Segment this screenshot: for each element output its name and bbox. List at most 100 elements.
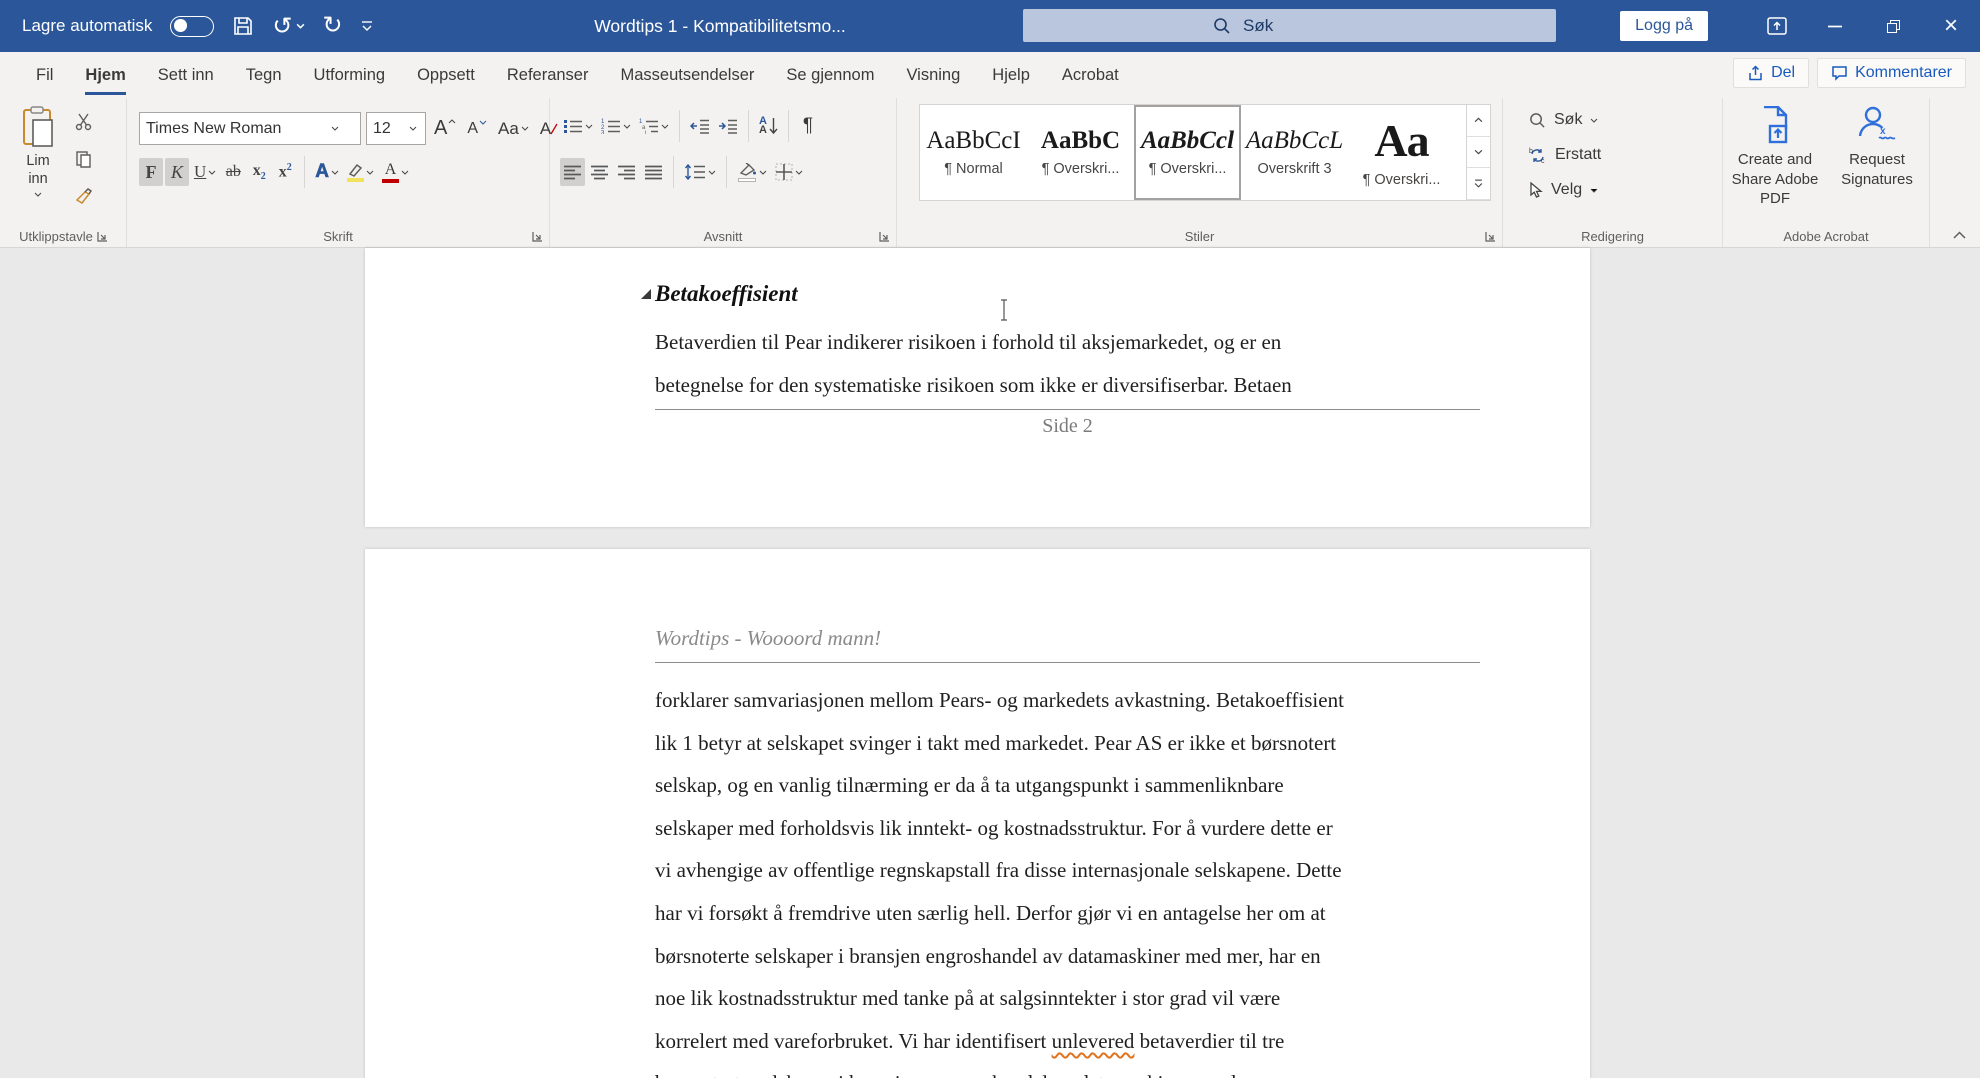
text-cursor-icon	[998, 298, 1010, 322]
autosave-toggle[interactable]	[170, 16, 214, 37]
align-left-button[interactable]	[560, 158, 585, 186]
sort-button[interactable]: A A	[756, 112, 781, 140]
styles-more-button[interactable]	[1467, 168, 1490, 200]
svg-text:x: x	[1880, 126, 1886, 137]
increase-indent-button[interactable]	[715, 112, 741, 140]
tab-acrobat[interactable]: Acrobat	[1046, 52, 1135, 98]
group-label-font: Skrift	[127, 229, 549, 244]
divider	[788, 110, 789, 142]
style-normal[interactable]: AaBbCcI ¶ Normal	[920, 105, 1027, 200]
paragraph-dialog-launcher[interactable]	[879, 231, 890, 242]
style-title[interactable]: Aa ¶ Overskri...	[1348, 105, 1455, 200]
title-bar: Lagre automatisk ↺ ↻ Wordtips 1 - Kompat…	[0, 0, 1980, 52]
change-case-button[interactable]: Aa	[495, 115, 532, 143]
highlight-button[interactable]	[344, 158, 377, 186]
close-button[interactable]: ×	[1922, 0, 1980, 52]
tab-hjelp[interactable]: Hjelp	[976, 52, 1046, 98]
shading-button[interactable]	[734, 158, 770, 186]
tab-oppsett[interactable]: Oppsett	[401, 52, 491, 98]
body-line: lik 1 betyr at selskapet svinger i takt …	[655, 722, 1500, 765]
ribbon-display-options-icon[interactable]	[1748, 0, 1806, 52]
cut-button[interactable]	[72, 108, 96, 136]
justify-button[interactable]	[641, 158, 666, 186]
comments-button[interactable]: Kommentarer	[1817, 58, 1966, 88]
show-paragraph-marks-button[interactable]: ¶	[796, 112, 820, 140]
decrease-indent-button[interactable]	[687, 112, 713, 140]
body-line: noe lik kostnadsstruktur med tanke på at…	[655, 977, 1500, 1020]
customize-qat-icon[interactable]	[361, 21, 373, 31]
style-heading2-selected[interactable]: AaBbCcl ¶ Overskri...	[1134, 105, 1241, 200]
restore-button[interactable]	[1864, 0, 1922, 52]
underline-button[interactable]: U	[191, 158, 219, 186]
numbering-button[interactable]: 123	[598, 112, 634, 140]
share-button[interactable]: Del	[1733, 58, 1809, 88]
sign-in-button[interactable]: Logg på	[1620, 11, 1708, 41]
italic-button[interactable]: K	[165, 158, 189, 186]
undo-icon[interactable]: ↺	[272, 12, 304, 41]
format-painter-button[interactable]	[72, 182, 96, 210]
misspelled-word: unlevered	[1052, 1029, 1135, 1053]
document-page-2[interactable]: Betakoeffisient Betaverdien til Pear ind…	[365, 248, 1590, 527]
tab-hjem[interactable]: Hjem	[69, 52, 141, 98]
align-left-icon	[563, 165, 582, 180]
save-icon[interactable]	[232, 15, 254, 37]
page-header: Wordtips - Woooord mann!	[655, 626, 881, 651]
align-center-button[interactable]	[587, 158, 612, 186]
styles-scroll-down[interactable]	[1467, 137, 1490, 169]
group-label-acrobat: Adobe Acrobat	[1723, 229, 1929, 244]
styles-dialog-launcher[interactable]	[1485, 231, 1496, 242]
justify-icon	[644, 165, 663, 180]
heading-collapse-icon[interactable]	[641, 289, 651, 299]
request-signatures-button[interactable]: x Request Signatures	[1827, 106, 1927, 189]
bullets-button[interactable]	[560, 112, 596, 140]
tab-utforming[interactable]: Utforming	[298, 52, 402, 98]
styles-scroll-up[interactable]	[1467, 105, 1490, 137]
chevron-down-icon	[401, 170, 409, 175]
superscript-button[interactable]: x2	[273, 158, 297, 186]
create-pdf-button[interactable]: Create and Share Adobe PDF	[1725, 106, 1825, 209]
document-canvas[interactable]: Betakoeffisient Betaverdien til Pear ind…	[0, 249, 1980, 1078]
tab-se-gjennom[interactable]: Se gjennom	[770, 52, 890, 98]
line-spacing-button[interactable]	[681, 158, 719, 186]
bold-button[interactable]: F	[139, 158, 163, 186]
align-right-button[interactable]	[614, 158, 639, 186]
font-dialog-launcher[interactable]	[532, 231, 543, 242]
grow-font-button[interactable]: A	[431, 115, 459, 143]
document-page-3[interactable]: Wordtips - Woooord mann! forklarer samva…	[365, 549, 1590, 1078]
tab-masseutsendelser[interactable]: Masseutsendelser	[604, 52, 770, 98]
paste-button[interactable]: Lim inn	[12, 106, 64, 218]
find-button[interactable]: Søk	[1529, 111, 1598, 129]
tab-tegn[interactable]: Tegn	[230, 52, 298, 98]
font-size-combo[interactable]: 12	[366, 112, 426, 145]
borders-button[interactable]	[772, 158, 806, 186]
replace-button[interactable]: bc Erstatt	[1529, 146, 1601, 164]
copy-button[interactable]	[72, 145, 96, 173]
adobe-pdf-icon	[1758, 106, 1792, 144]
body-line: børsnoterte selskaper i bransjen «engros…	[655, 1062, 1500, 1078]
ribbon: Lim inn Utklippstavle Times New Roman	[0, 98, 1980, 248]
tab-sett-inn[interactable]: Sett inn	[142, 52, 230, 98]
select-button[interactable]: Velg	[1529, 181, 1598, 199]
tab-fil[interactable]: Fil	[20, 52, 69, 98]
divider	[673, 156, 674, 188]
collapse-ribbon-button[interactable]	[1953, 231, 1966, 239]
tab-visning[interactable]: Visning	[890, 52, 976, 98]
chevron-down-icon	[208, 170, 216, 175]
style-heading1[interactable]: AaBbC ¶ Overskri...	[1027, 105, 1134, 200]
search-box[interactable]: Søk	[1023, 9, 1556, 42]
svg-text:b: b	[1529, 148, 1533, 155]
multilevel-list-button[interactable]: 1ai	[636, 112, 672, 140]
divider	[304, 156, 305, 188]
redo-icon[interactable]: ↻	[323, 14, 343, 38]
subscript-button[interactable]: x2	[247, 158, 271, 186]
strikethrough-button[interactable]: ab	[221, 158, 245, 186]
clipboard-dialog-launcher[interactable]	[97, 231, 108, 242]
shrink-font-button[interactable]: A	[464, 115, 490, 143]
minimize-button[interactable]	[1806, 0, 1864, 52]
style-heading3[interactable]: AaBbCcL Overskrift 3	[1241, 105, 1348, 200]
text-effects-button[interactable]: A	[312, 158, 342, 186]
sort-icon: A A	[759, 117, 767, 135]
font-color-button[interactable]: A	[379, 158, 412, 186]
tab-referanser[interactable]: Referanser	[491, 52, 605, 98]
font-family-combo[interactable]: Times New Roman	[139, 112, 361, 145]
